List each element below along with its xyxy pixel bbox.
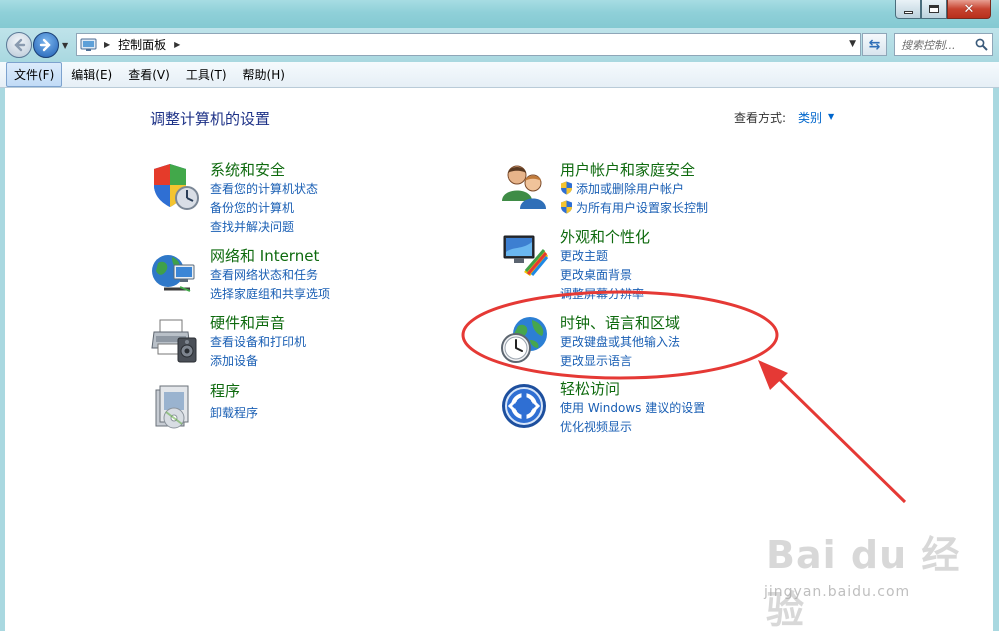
category-title-user-accounts[interactable]: 用户帐户和家庭安全: [560, 159, 695, 180]
category-clock-language-region: 时钟、语言和区域 更改键盘或其他输入法 更改显示语言: [500, 312, 830, 372]
back-arrow-icon: [14, 38, 26, 52]
window-frame-right: [993, 88, 999, 631]
maximize-icon: [929, 5, 939, 13]
watermark-url: jingyan.baidu.com: [764, 584, 911, 600]
title-bar: ✕: [0, 0, 999, 28]
forward-button[interactable]: [33, 32, 59, 58]
programs-icon[interactable]: [150, 382, 200, 432]
maximize-button[interactable]: [921, 0, 947, 19]
link-troubleshoot[interactable]: 查找并解决问题: [210, 218, 294, 235]
watermark-main: Bai du 经验: [766, 533, 961, 631]
category-network-internet: 网络和 Internet 查看网络状态和任务 选择家庭组和共享选项: [150, 245, 450, 305]
link-change-keyboard-input[interactable]: 更改键盘或其他输入法: [560, 333, 680, 350]
view-by-label: 查看方式:: [734, 111, 787, 125]
users-icon[interactable]: [500, 161, 550, 211]
breadcrumb-separator-icon[interactable]: ▶: [104, 40, 110, 49]
search-icon[interactable]: [975, 38, 988, 51]
link-optimize-visual-display[interactable]: 优化视频显示: [560, 418, 632, 435]
link-uninstall-program[interactable]: 卸载程序: [210, 404, 258, 421]
category-hardware-sound: 硬件和声音 查看设备和打印机 添加设备: [150, 312, 450, 372]
clock-globe-icon[interactable]: [500, 314, 550, 364]
link-backup-computer[interactable]: 备份您的计算机: [210, 199, 294, 216]
breadcrumb-separator-icon[interactable]: ▶: [174, 40, 180, 49]
link-add-remove-accounts[interactable]: 添加或删除用户帐户: [560, 180, 684, 197]
link-label: 为所有用户设置家长控制: [576, 201, 709, 215]
menu-tools[interactable]: 工具(T): [179, 63, 234, 86]
menu-edit[interactable]: 编辑(E): [64, 63, 119, 86]
category-title-appearance[interactable]: 外观和个性化: [560, 226, 650, 247]
recent-pages-dropdown-icon[interactable]: ▼: [62, 41, 68, 50]
search-input[interactable]: 搜索控制...: [894, 33, 993, 56]
link-adjust-resolution[interactable]: 调整屏幕分辨率: [560, 285, 644, 302]
category-appearance: 外观和个性化 更改主题 更改桌面背景 调整屏幕分辨率: [500, 226, 830, 306]
address-dropdown-icon[interactable]: ▼: [849, 39, 856, 49]
link-homegroup-sharing[interactable]: 选择家庭组和共享选项: [210, 285, 330, 302]
search-placeholder: 搜索控制...: [901, 38, 956, 52]
view-by-dropdown-arrow-icon[interactable]: ▼: [828, 112, 834, 121]
close-icon: ✕: [963, 1, 975, 17]
category-title-hardware-sound[interactable]: 硬件和声音: [210, 312, 285, 333]
page-title: 调整计算机的设置: [150, 110, 271, 128]
category-programs: 程序 卸载程序: [150, 380, 450, 430]
link-add-device[interactable]: 添加设备: [210, 352, 258, 369]
breadcrumb-control-panel[interactable]: 控制面板: [118, 36, 166, 53]
navigation-bar: ▼ ▶ 控制面板 ▶ ▼ ⇆ 搜索控制...: [0, 28, 999, 62]
minimize-icon: [903, 10, 913, 14]
back-button[interactable]: [6, 32, 32, 58]
link-view-computer-status[interactable]: 查看您的计算机状态: [210, 180, 318, 197]
category-ease-of-access: 轻松访问 使用 Windows 建议的设置 优化视频显示: [500, 378, 830, 438]
uac-shield-icon: [561, 181, 572, 195]
uac-shield-icon: [561, 200, 572, 214]
link-change-desktop-background[interactable]: 更改桌面背景: [560, 266, 632, 283]
ease-of-access-icon[interactable]: [500, 380, 550, 430]
category-title-system-security[interactable]: 系统和安全: [210, 159, 285, 180]
network-globe-icon[interactable]: [150, 247, 200, 297]
monitor-palette-icon[interactable]: [500, 228, 550, 278]
link-windows-suggested-settings[interactable]: 使用 Windows 建议的设置: [560, 399, 705, 416]
refresh-button[interactable]: ⇆: [862, 33, 887, 56]
shield-icon[interactable]: [150, 161, 200, 211]
category-title-network-internet[interactable]: 网络和 Internet: [210, 245, 319, 266]
refresh-icon: ⇆: [868, 36, 881, 53]
category-user-accounts: 用户帐户和家庭安全 添加或删除用户帐户 为所有用户设置家长控制: [500, 159, 830, 219]
menu-view[interactable]: 查看(V): [121, 63, 177, 86]
control-panel-icon: [80, 38, 98, 52]
link-change-display-language[interactable]: 更改显示语言: [560, 352, 632, 369]
close-button[interactable]: ✕: [947, 0, 991, 19]
link-view-network-status[interactable]: 查看网络状态和任务: [210, 266, 318, 283]
category-title-programs[interactable]: 程序: [210, 380, 240, 401]
category-system-security: 系统和安全 查看您的计算机状态 备份您的计算机 查找并解决问题: [150, 159, 450, 239]
address-bar[interactable]: ▶ 控制面板 ▶ ▼: [76, 33, 861, 56]
menu-help[interactable]: 帮助(H): [236, 63, 292, 86]
category-title-ease-of-access[interactable]: 轻松访问: [560, 378, 620, 399]
menu-file[interactable]: 文件(F): [6, 62, 63, 87]
menu-bar: 文件(F) 编辑(E) 查看(V) 工具(T) 帮助(H): [0, 62, 999, 88]
link-parental-controls[interactable]: 为所有用户设置家长控制: [560, 199, 708, 216]
link-view-devices-printers[interactable]: 查看设备和打印机: [210, 333, 306, 350]
window-buttons: ✕: [895, 0, 991, 20]
link-label: 添加或删除用户帐户: [576, 182, 685, 196]
baidu-watermark: Bai du 经验 jingyan.baidu.com: [760, 518, 980, 631]
view-by-dropdown[interactable]: 类别: [798, 109, 822, 126]
minimize-button[interactable]: [895, 0, 921, 19]
printer-icon[interactable]: [150, 314, 200, 364]
link-change-theme[interactable]: 更改主题: [560, 247, 608, 264]
forward-arrow-icon: [39, 38, 51, 52]
category-title-clock-language-region[interactable]: 时钟、语言和区域: [560, 312, 680, 333]
